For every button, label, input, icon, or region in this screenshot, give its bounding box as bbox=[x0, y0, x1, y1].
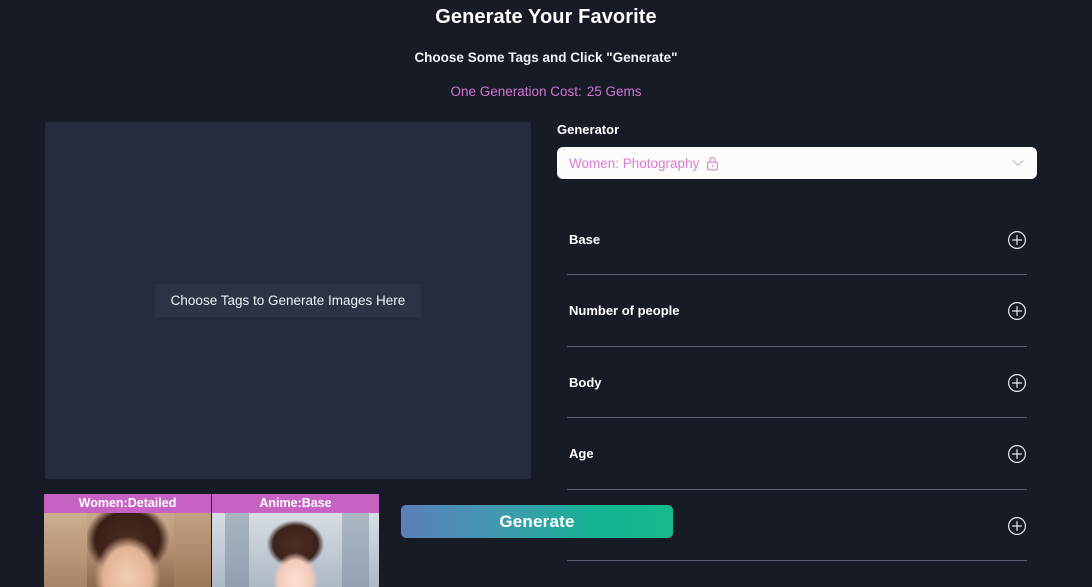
page-header: Generate Your Favorite Choose Some Tags … bbox=[0, 0, 1092, 100]
generate-button[interactable]: Generate bbox=[401, 505, 673, 538]
accordion-row-number-of-people[interactable]: Number of people bbox=[567, 275, 1027, 347]
chevron-down-icon[interactable] bbox=[1012, 159, 1024, 167]
lock-icon bbox=[706, 156, 719, 171]
accordion-label: Base bbox=[569, 232, 601, 247]
generator-controls: Generator Women: Photography bbox=[557, 122, 1037, 179]
accordion-row-base[interactable]: Base bbox=[567, 204, 1027, 276]
generation-cost: One Generation Cost: 25 Gems bbox=[0, 84, 1092, 100]
accordion-label: Number of people bbox=[569, 303, 680, 319]
plus-circle-icon[interactable] bbox=[1007, 230, 1027, 250]
thumbnail-caption: Anime:Base bbox=[212, 494, 379, 513]
accordion-label: Body bbox=[569, 374, 602, 390]
thumbnail-caption: Women:Detailed bbox=[44, 494, 211, 513]
sample-thumbnail-strip: Women:Detailed Anime:Base bbox=[44, 494, 379, 587]
accordion-row-age[interactable]: Age bbox=[567, 418, 1027, 490]
generation-cost-value: 25 Gems bbox=[586, 84, 642, 99]
generator-selected-value: Women: Photography bbox=[569, 155, 700, 171]
generator-label: Generator bbox=[557, 122, 620, 137]
thumbnail-item[interactable]: Women:Detailed bbox=[44, 494, 211, 587]
plus-circle-icon[interactable] bbox=[1007, 301, 1027, 321]
plus-circle-icon[interactable] bbox=[1007, 516, 1027, 536]
generator-select[interactable]: Women: Photography bbox=[557, 147, 1037, 179]
plus-circle-icon[interactable] bbox=[1007, 444, 1027, 464]
generation-cost-label: One Generation Cost: bbox=[450, 84, 582, 99]
image-preview-panel[interactable]: Choose Tags to Generate Images Here bbox=[45, 122, 531, 479]
thumbnail-item[interactable]: Anime:Base bbox=[212, 494, 379, 587]
accordion-row-body[interactable]: Body bbox=[567, 347, 1027, 419]
thumbnail-image bbox=[44, 513, 211, 587]
preview-placeholder-text: Choose Tags to Generate Images Here bbox=[154, 284, 422, 317]
accordion-label: Age bbox=[569, 446, 594, 462]
thumbnail-image bbox=[212, 513, 379, 587]
page-title: Generate Your Favorite bbox=[435, 6, 657, 28]
accordion-row-hair-color[interactable]: Hair Color bbox=[567, 561, 1027, 587]
plus-circle-icon[interactable] bbox=[1007, 373, 1027, 393]
page-subtitle: Choose Some Tags and Click "Generate" bbox=[414, 50, 678, 65]
